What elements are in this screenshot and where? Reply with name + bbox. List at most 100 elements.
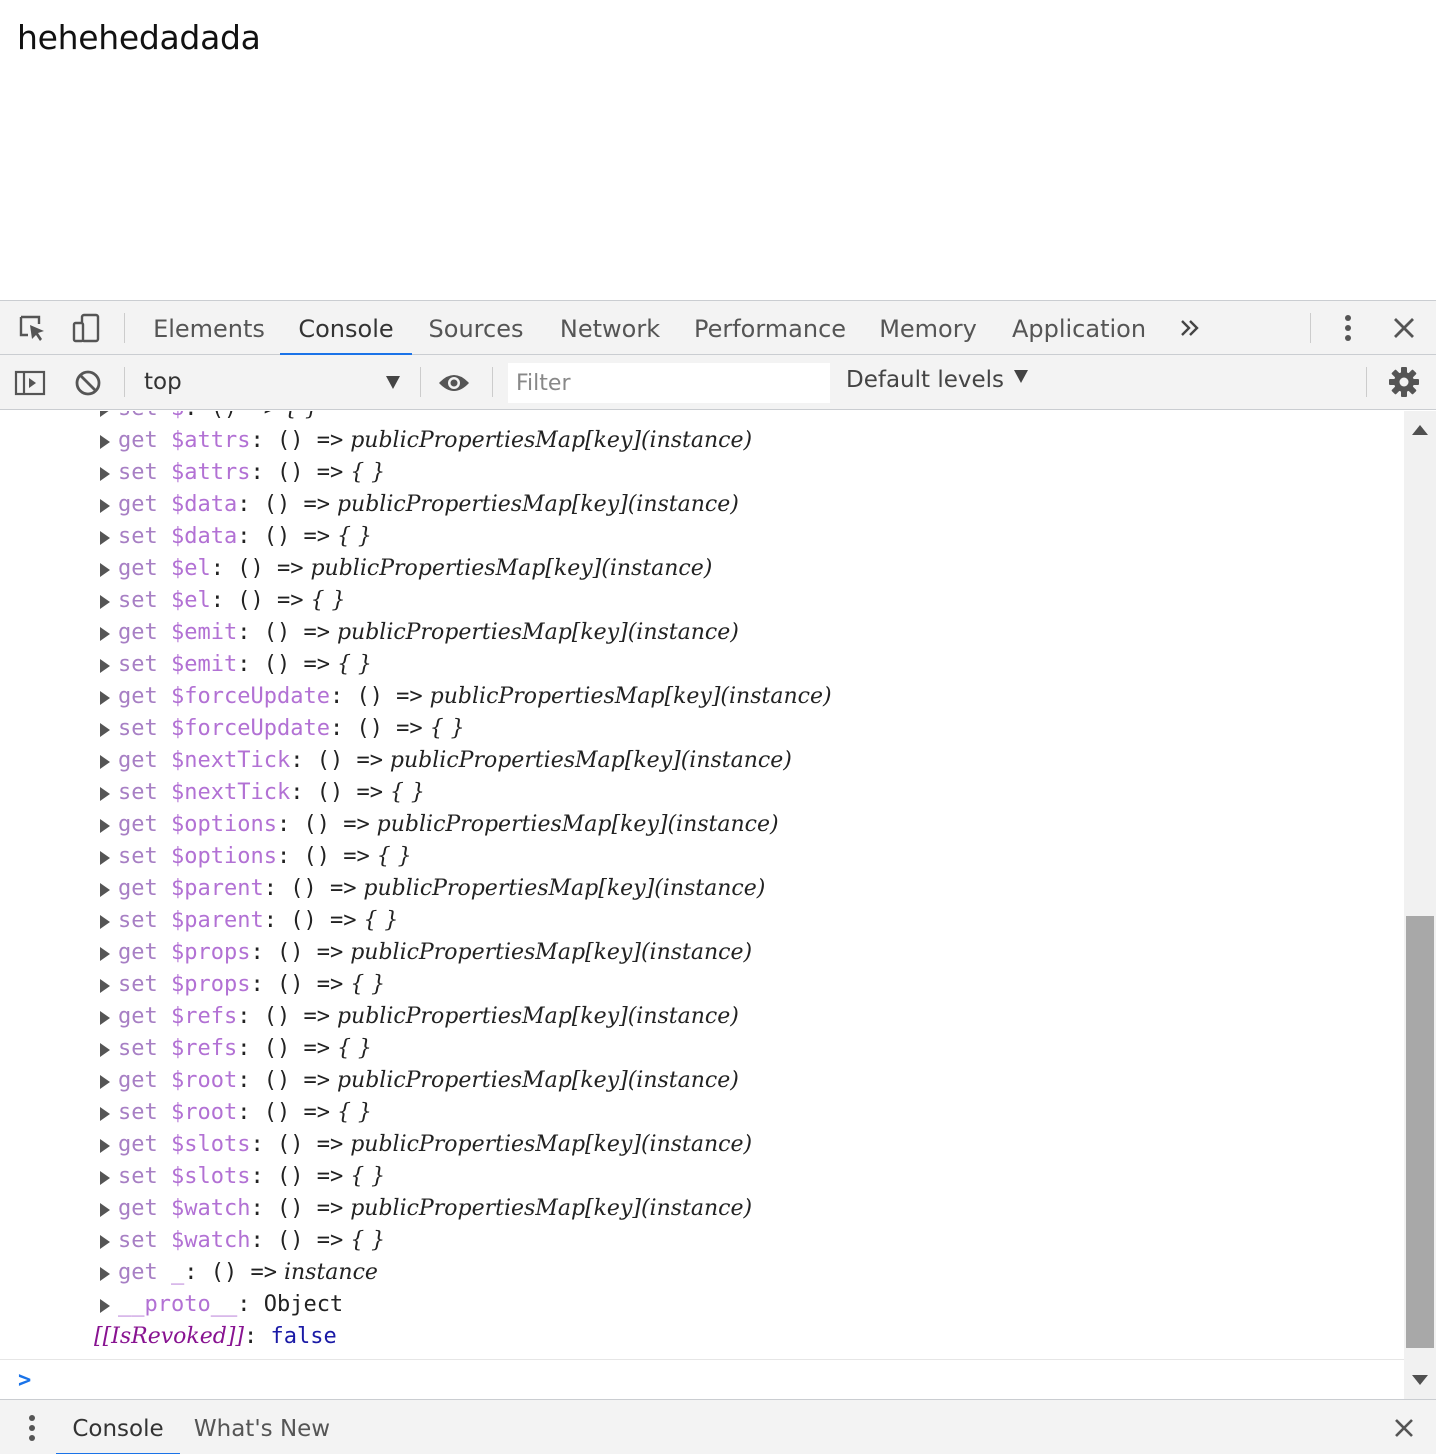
console-line[interactable]: set $root: () => { } <box>0 1097 1404 1129</box>
expand-triangle-icon[interactable] <box>100 1075 110 1089</box>
console-line[interactable]: get $data: () => publicPropertiesMap[key… <box>0 489 1404 521</box>
property-key: $nextTick <box>171 780 291 805</box>
expand-triangle-icon[interactable] <box>100 819 110 833</box>
console-line[interactable]: get $options: () => publicPropertiesMap[… <box>0 809 1404 841</box>
tab-console[interactable]: Console <box>280 301 412 356</box>
console-line[interactable]: set $options: () => { } <box>0 841 1404 873</box>
console-line[interactable]: set $forceUpdate: () => { } <box>0 713 1404 745</box>
console-line[interactable]: get $refs: () => publicPropertiesMap[key… <box>0 1001 1404 1033</box>
expand-triangle-icon[interactable] <box>100 563 110 577</box>
scroll-down-arrow-icon[interactable] <box>1412 1375 1428 1385</box>
console-line[interactable]: __proto__: Object <box>0 1289 1404 1321</box>
expand-triangle-icon[interactable] <box>100 979 110 993</box>
expand-triangle-icon[interactable] <box>100 531 110 545</box>
close-icon[interactable] <box>1386 1410 1422 1446</box>
console-line[interactable]: get $emit: () => publicPropertiesMap[key… <box>0 617 1404 649</box>
console-line[interactable]: set $emit: () => { } <box>0 649 1404 681</box>
kebab-menu-icon[interactable] <box>1330 310 1366 346</box>
expand-triangle-icon[interactable] <box>100 691 110 705</box>
console-line[interactable]: set $parent: () => { } <box>0 905 1404 937</box>
tab-performance[interactable]: Performance <box>682 301 858 355</box>
expand-triangle-icon[interactable] <box>100 947 110 961</box>
scroll-up-arrow-icon[interactable] <box>1412 425 1428 435</box>
expand-triangle-icon[interactable] <box>100 1107 110 1121</box>
tab-application[interactable]: Application <box>998 301 1160 355</box>
drawer-tab-console[interactable]: Console <box>56 1400 180 1454</box>
console-line[interactable]: get $watch: () => publicPropertiesMap[ke… <box>0 1193 1404 1225</box>
expand-triangle-icon[interactable] <box>100 627 110 641</box>
expand-triangle-icon[interactable] <box>100 1203 110 1217</box>
drawer-tab-whats-new[interactable]: What's New <box>186 1400 338 1454</box>
console-line[interactable]: set $attrs: () => { } <box>0 457 1404 489</box>
console-line[interactable]: get _: () => instance <box>0 1257 1404 1289</box>
expand-triangle-icon[interactable] <box>100 595 110 609</box>
tab-elements[interactable]: Elements <box>140 301 278 355</box>
expand-triangle-icon[interactable] <box>100 411 110 417</box>
console-line[interactable]: set $watch: () => { } <box>0 1225 1404 1257</box>
console-line[interactable]: [[IsRevoked]]: false <box>0 1321 1404 1353</box>
expand-triangle-icon[interactable] <box>100 851 110 865</box>
expand-triangle-icon[interactable] <box>100 1235 110 1249</box>
console-line[interactable]: set $data: () => { } <box>0 521 1404 553</box>
console-line[interactable]: get $forceUpdate: () => publicProperties… <box>0 681 1404 713</box>
expand-triangle-icon[interactable] <box>100 499 110 513</box>
scroll-thumb[interactable] <box>1406 916 1434 1348</box>
expand-triangle-icon[interactable] <box>100 1171 110 1185</box>
expand-triangle-icon[interactable] <box>100 915 110 929</box>
expand-triangle-icon[interactable] <box>100 723 110 737</box>
tab-memory[interactable]: Memory <box>862 301 994 355</box>
console-line[interactable]: get $parent: () => publicPropertiesMap[k… <box>0 873 1404 905</box>
eye-icon[interactable] <box>436 365 472 401</box>
property-value: : () => publicPropertiesMap[key](instanc… <box>237 1004 739 1029</box>
accessor-keyword: set <box>118 780 158 805</box>
property-key: $attrs <box>171 428 251 453</box>
accessor-keyword: set <box>118 1164 158 1189</box>
accessor-keyword: get <box>118 1132 158 1157</box>
property-key: $ <box>171 411 184 421</box>
console-line[interactable]: set $: () => { } <box>0 411 1404 425</box>
property-key: $watch <box>171 1196 251 1221</box>
console-prompt[interactable]: > <box>0 1359 1404 1399</box>
expand-triangle-icon[interactable] <box>100 435 110 449</box>
tab-network[interactable]: Network <box>542 301 678 355</box>
console-line[interactable]: set $nextTick: () => { } <box>0 777 1404 809</box>
expand-triangle-icon[interactable] <box>100 659 110 673</box>
clear-console-icon[interactable] <box>70 365 106 401</box>
expand-triangle-icon[interactable] <box>100 755 110 769</box>
console-line[interactable]: get $props: () => publicPropertiesMap[ke… <box>0 937 1404 969</box>
expand-triangle-icon[interactable] <box>100 1139 110 1153</box>
kebab-menu-icon[interactable] <box>14 1410 50 1446</box>
close-icon[interactable] <box>1386 310 1422 346</box>
console-line-text: set $attrs: () => { } <box>118 457 385 489</box>
property-value: : () => { } <box>250 1164 386 1189</box>
property-value: : () => { } <box>329 716 465 741</box>
console-line-text: set $root: () => { } <box>118 1097 372 1129</box>
context-selector[interactable]: top <box>128 364 408 402</box>
expand-triangle-icon[interactable] <box>100 467 110 481</box>
expand-triangle-icon[interactable] <box>100 883 110 897</box>
log-levels-dropdown[interactable]: Default levels <box>846 367 1029 393</box>
inspect-element-icon[interactable] <box>14 310 50 346</box>
expand-triangle-icon[interactable] <box>100 1299 110 1313</box>
console-line[interactable]: get $slots: () => publicPropertiesMap[ke… <box>0 1129 1404 1161</box>
console-line[interactable]: get $el: () => publicPropertiesMap[key](… <box>0 553 1404 585</box>
accessor-keyword: set <box>118 844 158 869</box>
console-line[interactable]: set $props: () => { } <box>0 969 1404 1001</box>
console-line[interactable]: get $root: () => publicPropertiesMap[key… <box>0 1065 1404 1097</box>
device-toolbar-icon[interactable] <box>68 310 104 346</box>
expand-triangle-icon[interactable] <box>100 787 110 801</box>
gear-icon[interactable] <box>1386 364 1422 400</box>
expand-triangle-icon[interactable] <box>100 1043 110 1057</box>
filter-input[interactable] <box>508 363 830 403</box>
console-line[interactable]: set $slots: () => { } <box>0 1161 1404 1193</box>
tab-sources[interactable]: Sources <box>414 301 538 355</box>
console-line[interactable]: set $refs: () => { } <box>0 1033 1404 1065</box>
console-line[interactable]: get $nextTick: () => publicPropertiesMap… <box>0 745 1404 777</box>
sidebar-toggle-icon[interactable] <box>12 365 48 401</box>
expand-triangle-icon[interactable] <box>100 1011 110 1025</box>
double-chevron-icon[interactable] <box>1172 310 1208 346</box>
console-line[interactable]: set $el: () => { } <box>0 585 1404 617</box>
console-line[interactable]: get $attrs: () => publicPropertiesMap[ke… <box>0 425 1404 457</box>
console-scrollbar[interactable] <box>1404 411 1436 1399</box>
expand-triangle-icon[interactable] <box>100 1267 110 1281</box>
